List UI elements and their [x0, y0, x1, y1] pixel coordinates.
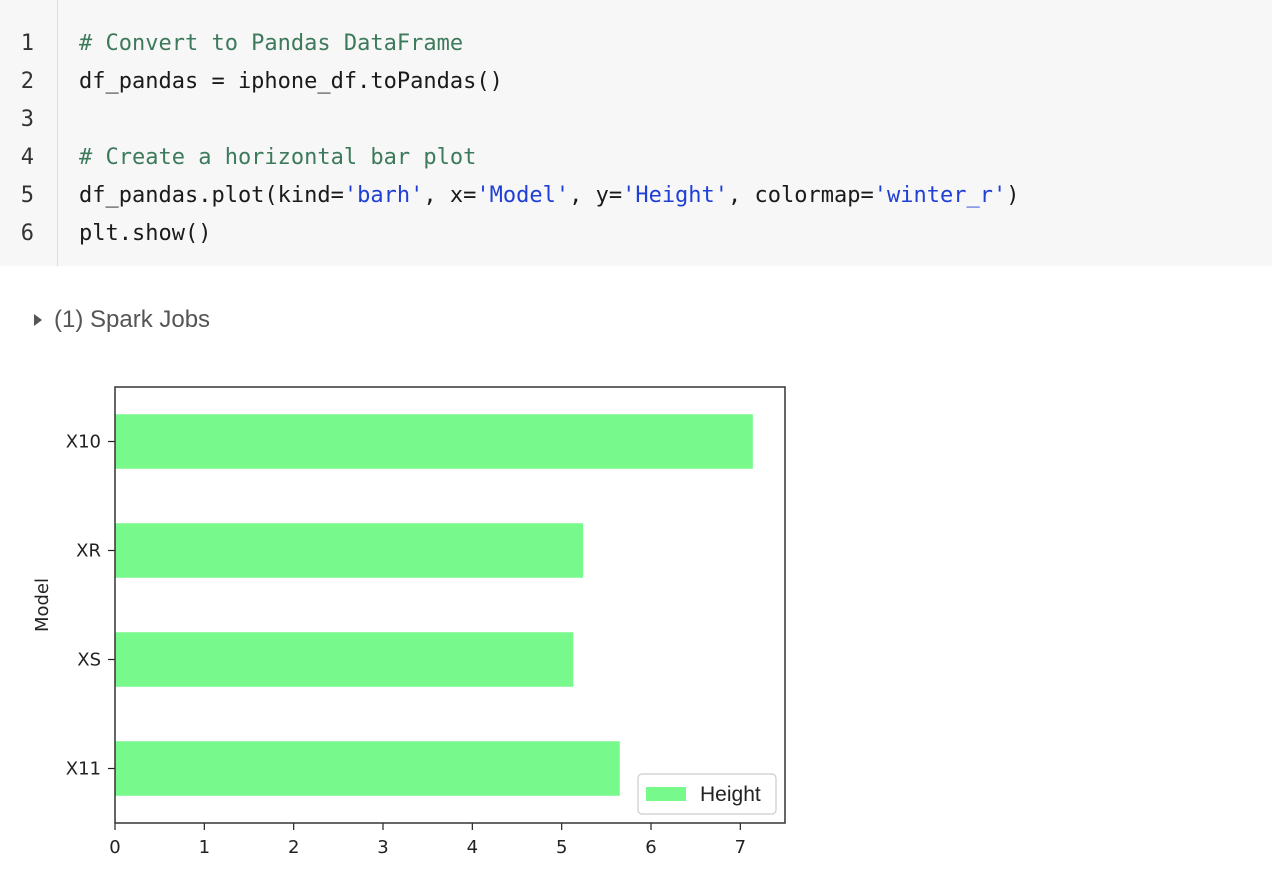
x-tick-label: 4: [467, 837, 478, 858]
x-tick-label: 2: [288, 837, 299, 858]
code-token-plain: df_pandas.plot(kind=: [79, 183, 344, 208]
code-token-string: 'barh': [343, 183, 424, 208]
y-tick-label: XS: [77, 650, 101, 671]
code-token-comment: # Create a horizontal bar plot: [79, 145, 477, 170]
code-token-plain: df_pandas = iphone_df.toPandas(): [79, 69, 503, 94]
legend-swatch: [646, 787, 686, 801]
line-number: 5: [20, 183, 34, 208]
code-token-plain: plt.show(): [79, 221, 212, 246]
x-tick-label: 6: [645, 837, 656, 858]
code-token-string: 'winter_r': [873, 183, 1007, 208]
code-line: # Create a horizontal bar plot: [79, 139, 476, 177]
code-token-string: 'Model': [476, 183, 570, 208]
x-tick-label: 0: [109, 837, 120, 858]
code-line: plt.show(): [79, 215, 211, 253]
bar: [115, 523, 584, 578]
code-token-plain: ): [1006, 183, 1020, 208]
bar: [115, 741, 620, 796]
bar: [115, 632, 574, 687]
code-token-plain: , y=: [569, 183, 623, 208]
line-number: 4: [20, 145, 34, 170]
y-axis-label: Model: [32, 578, 53, 632]
x-tick-label: 5: [556, 837, 567, 858]
line-number-gutter: 1 2 3 4 5 6: [0, 0, 58, 266]
code-line: # Convert to Pandas DataFrame: [79, 25, 463, 63]
spark-jobs-label: (1) Spark Jobs: [54, 306, 211, 333]
line-number: 6: [20, 221, 34, 246]
line-number: 3: [20, 107, 34, 132]
code-line: df_pandas.plot(kind='barh', x='Model', y…: [79, 177, 1019, 215]
legend-label: Height: [700, 783, 761, 806]
x-tick-label: 7: [735, 837, 746, 858]
code-token-plain: , colormap=: [728, 183, 874, 208]
bar-chart: X11 XS XR X10 0 1 2 3 4 5 6 7 Model Height: [32, 386, 786, 858]
bar: [115, 414, 753, 469]
x-tick-label: 3: [377, 837, 388, 858]
x-tick-label: 1: [199, 837, 210, 858]
spark-jobs-toggle[interactable]: (1) Spark Jobs: [34, 303, 210, 337]
code-token-plain: , x=: [423, 183, 477, 208]
y-tick-label: X10: [66, 432, 101, 453]
y-tick-label: X11: [66, 759, 101, 780]
chart-output: X11 XS XR X10 0 1 2 3 4 5 6 7 Model Height: [0, 360, 820, 879]
y-tick-label: XR: [76, 541, 101, 562]
line-number: 1: [20, 31, 34, 56]
caret-right-icon: [34, 314, 42, 326]
code-cell[interactable]: 1 2 3 4 5 6 # Convert to Pandas DataFram…: [0, 0, 1272, 266]
line-number: 2: [20, 69, 34, 94]
code-token-string: 'Height': [622, 183, 729, 208]
code-token-comment: # Convert to Pandas DataFrame: [79, 31, 464, 56]
code-line: df_pandas = iphone_df.toPandas(): [79, 63, 503, 101]
